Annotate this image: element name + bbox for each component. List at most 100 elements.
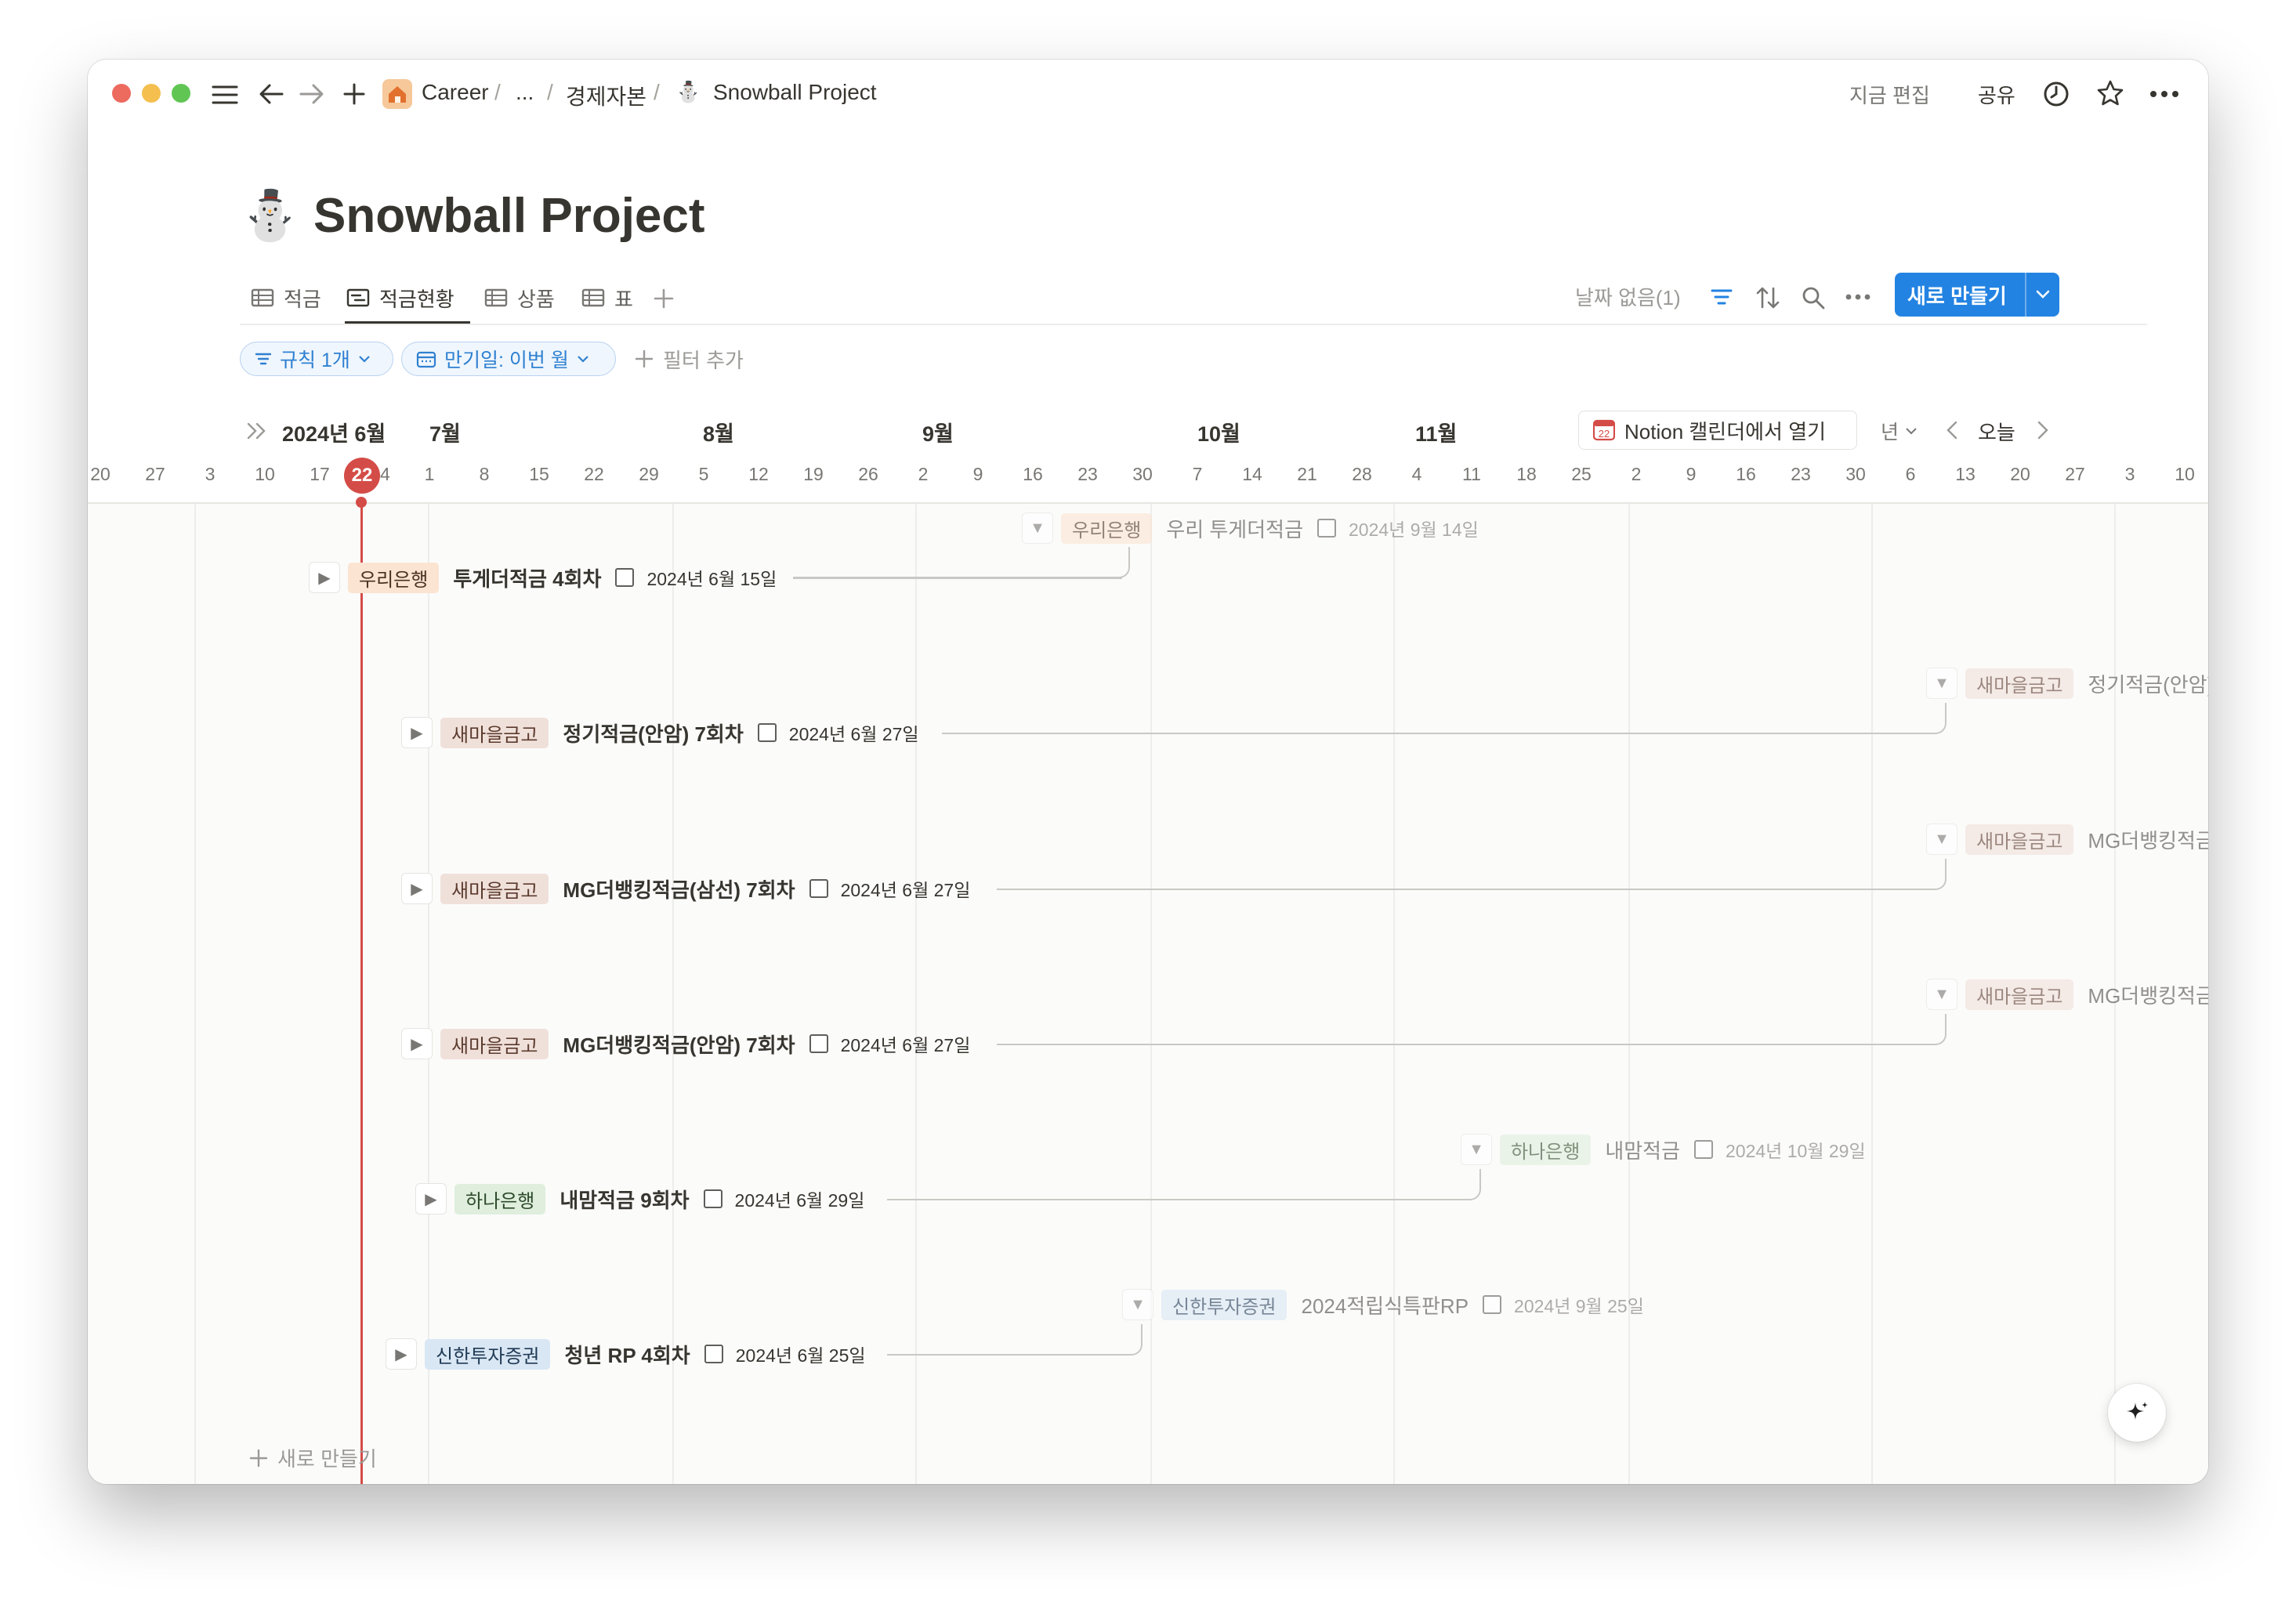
- triangle-down-icon: ▼: [1030, 519, 1045, 537]
- breadcrumb-separator: /: [494, 80, 501, 104]
- zoom-window-button[interactable]: [172, 84, 190, 103]
- breadcrumb-current-page[interactable]: Snowball Project: [713, 80, 877, 105]
- no-date-button[interactable]: 날짜 없음(1): [1575, 282, 1681, 313]
- breadcrumb-ellipsis[interactable]: ...: [516, 80, 534, 105]
- savings-installment-card[interactable]: ▶ 하나은행 내맘적금 9회차 2024년 6월 29일: [415, 1183, 864, 1214]
- new-page-plus-icon[interactable]: [343, 83, 365, 105]
- chevron-right-icon[interactable]: [2036, 420, 2050, 440]
- parent-savings-card[interactable]: ▼ 하나은행 내맘적금 2024년 10월 29일: [1461, 1134, 1866, 1165]
- dependency-connector: [997, 859, 1947, 890]
- rule-filter-pill[interactable]: 규칙 1개: [240, 342, 393, 376]
- breadcrumb-parent[interactable]: 경제자본: [566, 80, 646, 111]
- card-checkbox[interactable]: [1694, 1140, 1714, 1159]
- star-icon[interactable]: [2095, 78, 2125, 108]
- add-view-plus-icon[interactable]: [654, 288, 674, 309]
- card-checkbox[interactable]: [757, 723, 777, 742]
- bank-tag: 하나은행: [1500, 1134, 1592, 1165]
- card-checkbox[interactable]: [1483, 1295, 1502, 1314]
- open-in-notion-calendar-button[interactable]: 22 Notion 캘린더에서 열기: [1578, 411, 1857, 450]
- card-checkbox[interactable]: [1317, 519, 1336, 538]
- card-checkbox[interactable]: [703, 1189, 722, 1208]
- expand-toggle[interactable]: ▼: [1122, 1289, 1153, 1320]
- expand-toggle[interactable]: ▼: [1022, 512, 1053, 544]
- new-item-button[interactable]: 새로 만들기: [249, 1443, 377, 1472]
- expand-toggle[interactable]: ▶: [401, 717, 433, 748]
- card-date: 2024년 6월 25일: [735, 1345, 866, 1366]
- day-label: 23: [1791, 464, 1811, 484]
- expand-toggle[interactable]: ▼: [1926, 668, 1957, 699]
- timeline-icon: [346, 288, 370, 307]
- page-title: Snowball Project: [313, 189, 705, 243]
- today-line: [360, 503, 363, 1484]
- savings-installment-card[interactable]: ▶ 신한투자증권 청년 RP 4회차 2024년 6월 25일: [386, 1338, 866, 1370]
- card-title: MG더뱅킹적금(안암) 7회차: [563, 1033, 795, 1057]
- tab-label: 표: [614, 287, 633, 311]
- today-button[interactable]: 오늘: [1978, 417, 2015, 446]
- tab-savings-status[interactable]: 적금현황: [346, 282, 454, 313]
- expand-toggle[interactable]: ▶: [309, 562, 340, 593]
- add-filter-button[interactable]: 필터 추가: [635, 342, 744, 376]
- parent-savings-card[interactable]: ▼ 새마을금고 정기적금(안암) 20: [1926, 668, 2208, 699]
- chevron-left-icon[interactable]: [1945, 420, 1959, 440]
- open-calendar-label: Notion 캘린더에서 열기: [1624, 419, 1827, 443]
- ai-assistant-button[interactable]: [2108, 1384, 2166, 1442]
- day-label: 29: [639, 464, 659, 484]
- tab-table[interactable]: 표: [581, 282, 633, 313]
- expand-toggle[interactable]: ▶: [386, 1338, 417, 1370]
- savings-installment-card[interactable]: ▶ 새마을금고 MG더뱅킹적금(삼선) 7회차 2024년 6월 27일: [401, 873, 970, 904]
- timeline-scale-select[interactable]: 년: [1881, 417, 1918, 445]
- card-checkbox[interactable]: [809, 1034, 828, 1053]
- share-button[interactable]: 공유: [1978, 80, 2015, 109]
- breadcrumb-career[interactable]: Career: [422, 80, 489, 105]
- collapse-sidebar-double-chevron-icon[interactable]: [246, 422, 268, 440]
- sidebar-menu-icon[interactable]: [212, 85, 238, 105]
- card-checkbox[interactable]: [615, 568, 635, 587]
- parent-savings-card[interactable]: ▼ 우리은행 우리 투게더적금 2024년 9월 14일: [1022, 512, 1479, 544]
- triangle-down-icon: ▼: [1468, 1140, 1484, 1158]
- parent-savings-card[interactable]: ▼ 신한투자증권 2024적립식특판RP 2024년 9월 25일: [1122, 1289, 1644, 1320]
- card-date: 2024년 6월 27일: [788, 724, 919, 744]
- chevron-down-icon: [359, 356, 370, 363]
- search-icon[interactable]: [1801, 285, 1826, 310]
- savings-installment-card[interactable]: ▶ 우리은행 투게더적금 4회차 2024년 6월 15일: [309, 562, 777, 593]
- day-label: 2: [918, 464, 929, 484]
- triangle-right-icon: ▶: [395, 1345, 407, 1363]
- due-date-filter-pill[interactable]: 만기일: 이번 월: [401, 342, 616, 376]
- view-more-icon[interactable]: [1845, 293, 1871, 301]
- month-gridline: [1628, 503, 1630, 1484]
- parent-savings-card[interactable]: ▼ 새마을금고 MG더뱅킹적금(안암): [1926, 979, 2208, 1010]
- tab-products[interactable]: 상품: [484, 282, 555, 313]
- card-checkbox[interactable]: [809, 879, 828, 898]
- forward-arrow-icon[interactable]: [299, 83, 324, 105]
- expand-toggle[interactable]: ▼: [1926, 979, 1957, 1010]
- expand-toggle[interactable]: ▼: [1461, 1134, 1492, 1165]
- day-label: 6: [1905, 464, 1916, 484]
- clock-icon[interactable]: [2042, 80, 2070, 108]
- parent-savings-card[interactable]: ▼ 새마을금고 MG더뱅킹적금(삼선): [1926, 824, 2208, 855]
- card-date: 2024년 6월 27일: [840, 1035, 971, 1055]
- back-arrow-icon[interactable]: [259, 83, 284, 105]
- card-checkbox[interactable]: [704, 1345, 723, 1363]
- expand-toggle[interactable]: ▶: [415, 1183, 447, 1214]
- sort-icon[interactable]: [1755, 285, 1780, 310]
- bank-tag: 우리은행: [1061, 512, 1153, 544]
- day-label: 3: [2124, 464, 2135, 484]
- savings-installment-card[interactable]: ▶ 새마을금고 정기적금(안암) 7회차 2024년 6월 27일: [401, 717, 919, 748]
- day-label: 20: [90, 464, 110, 484]
- tab-savings[interactable]: 적금: [251, 282, 321, 313]
- more-options-icon[interactable]: [2149, 89, 2180, 99]
- chevron-down-icon[interactable]: [2034, 288, 2052, 301]
- savings-installment-card[interactable]: ▶ 새마을금고 MG더뱅킹적금(안암) 7회차 2024년 6월 27일: [401, 1028, 970, 1059]
- filter-icon[interactable]: [1710, 287, 1733, 309]
- card-date: 2024년 6월 29일: [734, 1190, 865, 1211]
- expand-toggle[interactable]: ▶: [401, 1028, 433, 1059]
- close-window-button[interactable]: [112, 84, 131, 103]
- day-label: 1: [424, 464, 435, 484]
- notion-calendar-icon: 22: [1593, 419, 1615, 441]
- new-record-button[interactable]: 새로 만들기: [1895, 273, 2059, 317]
- day-label: 25: [1571, 464, 1592, 484]
- expand-toggle[interactable]: ▶: [401, 873, 433, 904]
- minimize-window-button[interactable]: [142, 84, 161, 103]
- expand-toggle[interactable]: ▼: [1926, 824, 1957, 855]
- day-label: 16: [1736, 464, 1756, 484]
